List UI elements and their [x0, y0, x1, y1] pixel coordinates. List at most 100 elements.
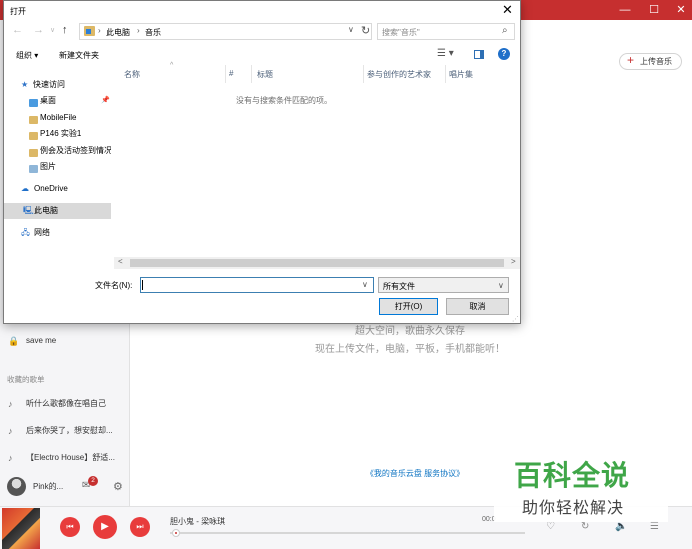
cloud-icon: ☁ [21, 184, 29, 193]
view-options-icon[interactable]: ☰ ▾ [437, 48, 454, 59]
preview-pane-icon[interactable] [474, 50, 484, 59]
playlist-item[interactable]: ♪ 听什么歌都像在唱自己 [0, 394, 130, 414]
watermark-logo: 百科全说 助你轻松解决 [494, 440, 668, 522]
previous-button[interactable]: ⏮ [60, 517, 80, 537]
nav-desktop[interactable]: 桌面 📌 [4, 93, 111, 109]
heart-icon[interactable]: ♡ [546, 521, 555, 532]
filetype-select[interactable]: 所有文件 ∨ [378, 277, 509, 293]
up-arrow-icon[interactable]: ↑ [62, 24, 68, 36]
progress-bar[interactable] [170, 532, 525, 534]
resize-grip-icon[interactable]: ⋰ [512, 315, 519, 323]
upload-music-button[interactable]: + 上传音乐 [619, 53, 682, 70]
column-title[interactable]: 标题 [257, 69, 273, 80]
progress-handle[interactable] [171, 529, 180, 537]
close-icon[interactable]: ✕ [674, 3, 688, 17]
sidebar-item-label: save me [26, 336, 57, 345]
pictures-folder-icon [29, 163, 38, 179]
column-album[interactable]: 唱片集 [449, 69, 473, 80]
collected-section-heading: 收藏的歌单 [7, 375, 45, 384]
sort-arrow-icon: ^ [170, 62, 174, 69]
address-bar[interactable]: › 此电脑 › 音乐 ∨ ↻ [79, 23, 372, 40]
computer-icon: 🖳 [23, 206, 34, 215]
recent-dropdown-icon[interactable]: ∨ [50, 26, 55, 34]
username[interactable]: Pink的... [33, 481, 63, 492]
playlist-label: 【Electro House】舒适... [26, 453, 115, 462]
nav-mobilefile[interactable]: MobileFile [4, 110, 111, 126]
back-arrow-icon[interactable]: ← [12, 24, 23, 36]
nav-p146[interactable]: P146 实验1 [4, 126, 111, 142]
scrollbar-thumb[interactable] [130, 259, 504, 267]
service-agreement-link[interactable]: 《我的音乐云盘 服务协议》 [340, 468, 490, 479]
help-icon[interactable]: ? [498, 48, 510, 60]
search-placeholder: 搜索"音乐" [382, 28, 420, 37]
navigation-pane: ★ 快速访问 桌面 📌 MobileFile P146 实验1 例会及活动签到情… [4, 65, 111, 257]
breadcrumb-this-pc[interactable]: 此电脑 [106, 27, 130, 38]
breadcrumb-music[interactable]: 音乐 [145, 27, 161, 38]
nav-onedrive[interactable]: ☁ OneDrive [4, 181, 111, 197]
column-divider[interactable] [251, 65, 252, 83]
message-badge: 2 [88, 476, 98, 486]
star-icon: ★ [21, 80, 29, 89]
gear-icon[interactable]: ⚙ [113, 480, 123, 493]
column-artists[interactable]: 参与创作的艺术家 [367, 69, 431, 80]
maximize-icon[interactable]: ☐ [647, 3, 661, 17]
filename-field[interactable] [140, 277, 374, 293]
nav-quick-access[interactable]: ★ 快速访问 [4, 77, 111, 93]
music-folder-icon [84, 26, 95, 36]
next-button[interactable]: ⏭ [130, 517, 150, 537]
playlist-item[interactable]: ♪ 后来你哭了，想安慰却... [0, 421, 130, 441]
filename-label: 文件名(N): [95, 281, 133, 290]
dialog-navbar: ← → ∨ ↑ › 此电脑 › 音乐 ∨ ↻ 搜索"音乐" ⌕ [4, 21, 520, 43]
column-divider[interactable] [445, 65, 446, 83]
organize-menu[interactable]: 组织 ▾ [16, 50, 38, 61]
playlist-icon: ♪ [8, 426, 13, 436]
open-file-dialog: 打开 ✕ ← → ∨ ↑ › 此电脑 › 音乐 ∨ ↻ 搜索"音乐" ⌕ 组织 … [3, 0, 521, 324]
address-dropdown-icon[interactable]: ∨ [348, 25, 354, 34]
forward-arrow-icon[interactable]: → [33, 24, 44, 36]
cloud-promo-line2: 现在上传文件，电脑，平板，手机都能听！ [315, 344, 505, 355]
nav-label: 图片 [40, 162, 56, 171]
play-button[interactable]: ▶ [93, 515, 117, 539]
playlist-queue-icon[interactable]: ☰ [650, 521, 659, 532]
minimize-icon[interactable]: — [618, 3, 632, 17]
refresh-icon[interactable]: ↻ [361, 24, 370, 37]
horizontal-scrollbar[interactable]: < > [114, 257, 520, 269]
search-icon[interactable]: ⌕ [502, 25, 508, 36]
playlist-label: 后来你哭了，想安慰却... [26, 426, 113, 435]
plus-icon: + [627, 53, 635, 67]
avatar[interactable] [7, 477, 26, 496]
watermark-title: 百科全说 [514, 460, 631, 491]
dialog-close-icon[interactable]: ✕ [502, 2, 513, 18]
network-icon: 🖧 [21, 228, 30, 237]
loop-icon[interactable]: ↻ [581, 521, 589, 532]
scroll-right-icon[interactable]: > [511, 257, 516, 266]
empty-message: 没有与搜索条件匹配的项。 [236, 96, 332, 105]
search-input[interactable]: 搜索"音乐" ⌕ [377, 23, 515, 40]
open-button[interactable]: 打开(O) [379, 298, 438, 315]
playlist-item[interactable]: ♪ 【Electro House】舒适... [0, 448, 130, 468]
filename-dropdown-icon[interactable]: ∨ [362, 280, 368, 289]
nav-network[interactable]: 🖧 网络 [4, 225, 111, 241]
sidebar-item-song[interactable]: 🔒 save me [0, 331, 130, 351]
nav-pictures[interactable]: 图片 [4, 159, 111, 175]
column-number[interactable]: # [229, 69, 233, 78]
nav-label: 快速访问 [33, 80, 65, 89]
album-cover[interactable] [2, 508, 40, 549]
upload-button-label: 上传音乐 [640, 57, 672, 66]
nav-label: 例会及活动签到情况 [40, 146, 111, 155]
text-caret [142, 280, 143, 290]
volume-icon[interactable]: 🔈 [615, 521, 627, 532]
nav-this-pc[interactable]: 🖳 此电脑 [4, 203, 111, 219]
column-divider[interactable] [225, 65, 226, 83]
scroll-left-icon[interactable]: < [118, 257, 123, 266]
column-name[interactable]: 名称 [124, 69, 140, 80]
column-divider[interactable] [363, 65, 364, 83]
nav-meeting-folder[interactable]: 例会及活动签到情况 [4, 143, 111, 159]
lock-icon: 🔒 [8, 336, 20, 346]
new-folder-button[interactable]: 新建文件夹 [59, 50, 99, 61]
cancel-button[interactable]: 取消 [446, 298, 509, 315]
track-title: 胆小鬼 - 梁咏琪 [170, 517, 226, 526]
filetype-value: 所有文件 [383, 282, 415, 291]
user-area: Pink的... ✉ 2 ⚙ [0, 472, 130, 506]
breadcrumb-separator: › [137, 26, 140, 35]
